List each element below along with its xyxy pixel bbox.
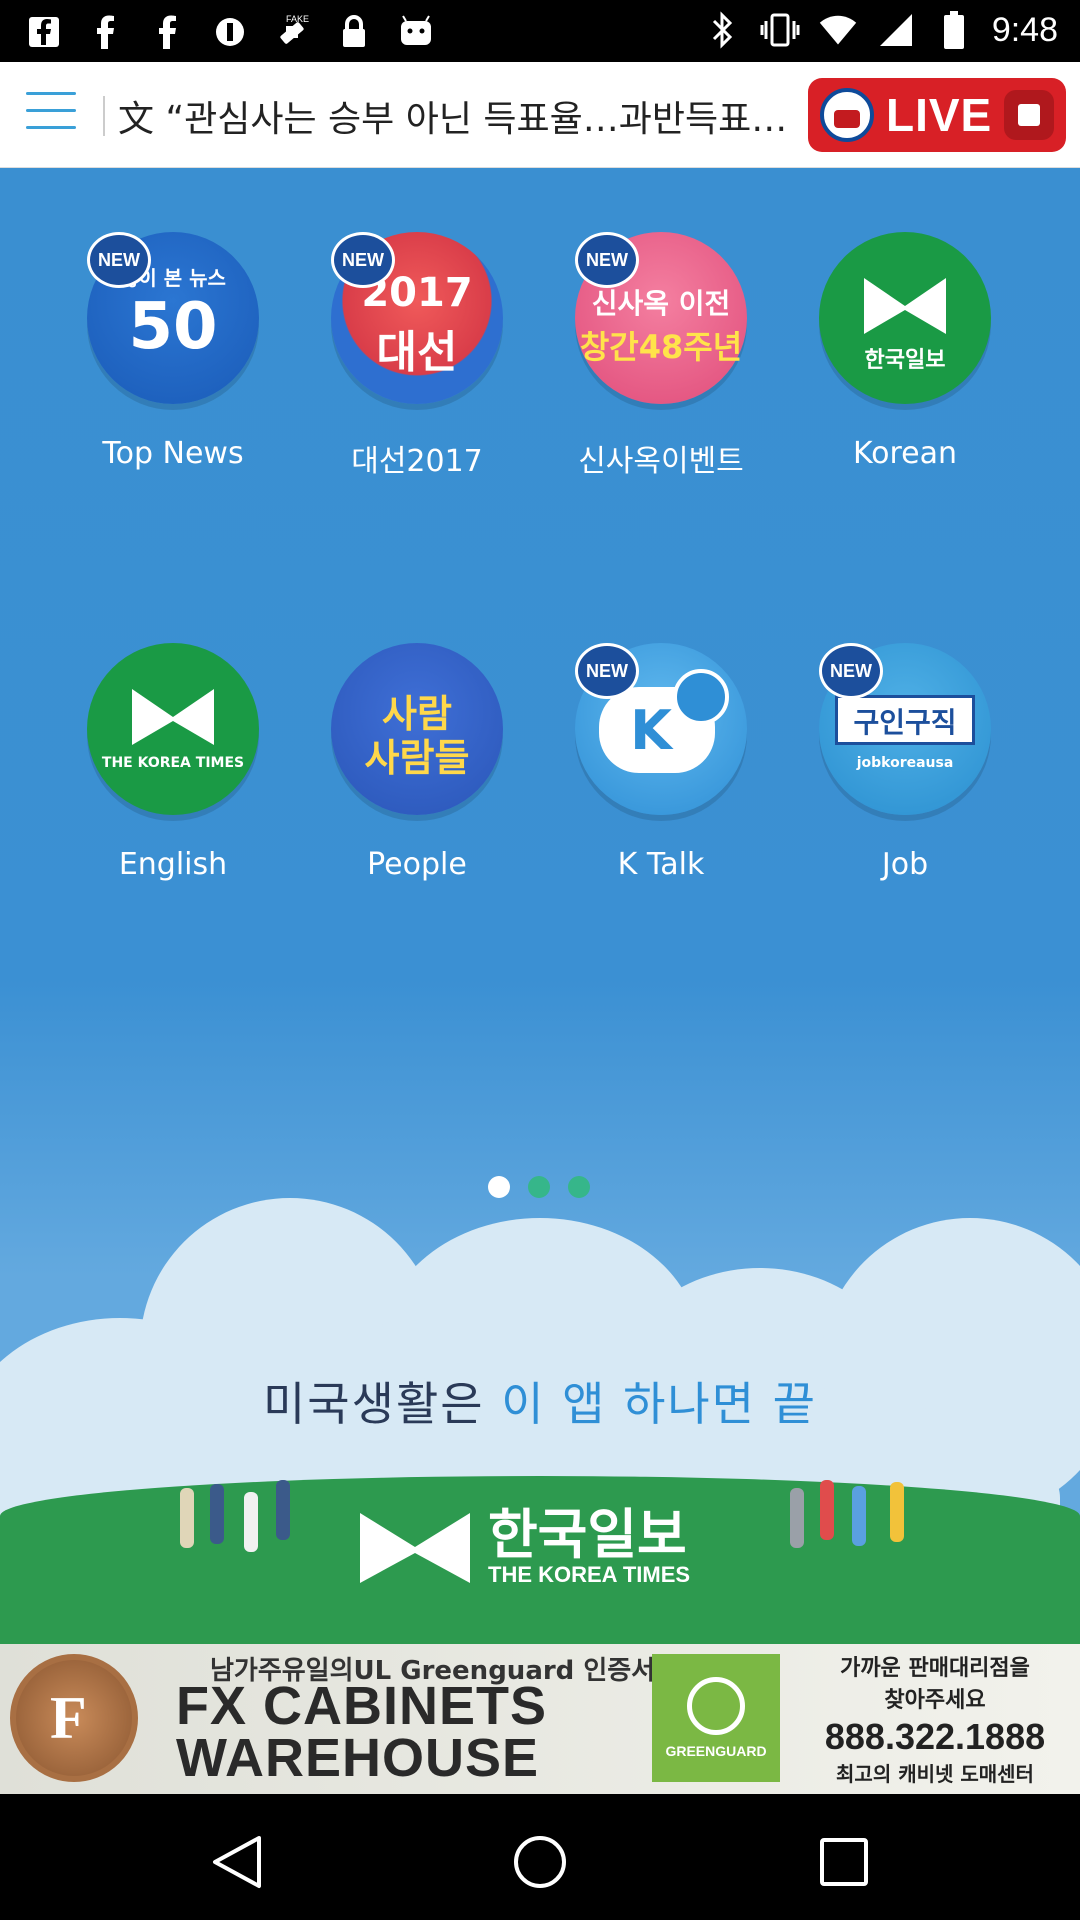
tile-label: Job: [881, 847, 929, 882]
fake-gps-icon: FAKE: [272, 12, 312, 52]
ad-dealer-text-1: 가까운 판매대리점을: [840, 1656, 1030, 1681]
tile-label: Korean: [852, 436, 958, 471]
brand-korean: 한국일보: [488, 1503, 687, 1566]
tile-label: 신사옥이벤트: [578, 444, 744, 479]
ad-tagline: 최고의 캐비넷 도매센터: [836, 1762, 1034, 1786]
person-illustration: [276, 1480, 290, 1540]
tile-new-building-event[interactable]: 신사옥 이전 창간48주년 NEW 신사옥이벤트: [551, 232, 771, 480]
android-icon: [396, 12, 436, 52]
envelope-logo-icon: [360, 1513, 470, 1583]
slogan-prefix: 미국생활은: [262, 1377, 502, 1431]
new-badge: NEW: [331, 232, 395, 288]
blocked-icon: [210, 12, 250, 52]
person-illustration: [790, 1488, 804, 1548]
status-bar: FAKE 9:48: [0, 0, 1080, 62]
back-icon: [213, 1836, 261, 1888]
facebook-icon: [148, 12, 188, 52]
home-launcher: 많이 본 뉴스 50 NEW Top News 2017 대선 NEW 대선20…: [0, 168, 1080, 1644]
person-illustration: [890, 1482, 904, 1542]
new-badge: NEW: [575, 232, 639, 288]
new-badge: NEW: [87, 232, 151, 288]
signal-icon: [876, 10, 916, 50]
stop-icon[interactable]: [1004, 90, 1054, 140]
new-building-event-icon: 신사옥 이전 창간48주년 NEW: [575, 232, 747, 404]
hamburger-icon-line: [26, 126, 76, 129]
tile-label: K Talk: [617, 847, 705, 882]
greenguard-label: GREENGUARD: [665, 1743, 767, 1759]
tile-english[interactable]: THE KOREA TIMES English: [63, 643, 283, 882]
vibrate-icon: [760, 10, 800, 50]
tile-election-2017[interactable]: 2017 대선 NEW 대선2017: [307, 232, 527, 480]
ul-icon: [687, 1677, 745, 1735]
ad-dealer-text-2: 찾아주세요: [884, 1688, 986, 1713]
person-illustration: [852, 1486, 866, 1546]
system-navigation-bar: [0, 1794, 1080, 1920]
ad-dealer-text: 가까운 판매대리점을 찾아주세요: [800, 1650, 1070, 1714]
tile-k-talk[interactable]: K NEW K Talk: [551, 643, 771, 882]
home-icon: [514, 1836, 566, 1888]
facebook-icon: [86, 12, 126, 52]
ad-phone: 888.322.1888: [824, 1716, 1046, 1757]
tile-korean[interactable]: 한국일보 Korean: [795, 232, 1015, 471]
envelope-logo-icon: [864, 278, 946, 334]
korea-times-icon: THE KOREA TIMES: [87, 643, 259, 815]
top-news-icon: 많이 본 뉴스 50 NEW: [87, 232, 259, 404]
divider: [103, 96, 105, 136]
radio-station-logo-icon: [820, 88, 874, 142]
tile-label: English: [118, 847, 228, 882]
ad-headline-1: FX CABINETS: [176, 1676, 548, 1736]
hamburger-icon-line: [26, 109, 76, 112]
wifi-icon: [818, 10, 858, 50]
live-radio-button[interactable]: LIVE: [808, 78, 1066, 152]
tile-label: People: [367, 847, 467, 882]
korea-daily-icon: 한국일보: [819, 232, 991, 404]
people-icon: 사람 사람들: [331, 643, 503, 815]
live-label: LIVE: [886, 89, 993, 141]
k-talk-icon: K NEW: [575, 643, 747, 815]
new-badge: NEW: [575, 643, 639, 699]
news-ticker-headline[interactable]: 文 “관심사는 승부 아닌 득표율…과반득표로…: [118, 90, 798, 142]
menu-button[interactable]: [26, 92, 76, 136]
banner-slogan: 미국생활은 이 앱 하나면 끝: [0, 1368, 1080, 1434]
clock: 9:48: [991, 10, 1058, 49]
top-app-bar: 文 “관심사는 승부 아닌 득표율…과반득표로… LIVE: [0, 62, 1080, 168]
envelope-logo-icon: [132, 689, 214, 745]
tile-people[interactable]: 사람 사람들 People: [307, 643, 527, 882]
ad-banner[interactable]: F 남가주유일의UL Greenguard 인증서획득 FX CABINETS …: [0, 1644, 1080, 1794]
tile-job[interactable]: 구인구직 jobkoreausa NEW Job: [795, 643, 1015, 882]
recents-icon: [820, 1838, 868, 1886]
person-illustration: [210, 1484, 224, 1544]
fx-logo-icon: F: [10, 1654, 138, 1782]
tile-label: Top News: [102, 436, 244, 471]
facebook-icon: [24, 12, 64, 52]
camera-icon: [673, 669, 729, 725]
new-badge: NEW: [819, 643, 883, 699]
tile-label: 대선2017: [351, 444, 483, 479]
hamburger-icon: [26, 92, 76, 95]
ad-headline-2: WAREHOUSE: [176, 1728, 540, 1788]
tile-top-news[interactable]: 많이 본 뉴스 50 NEW Top News: [63, 232, 283, 471]
person-illustration: [820, 1480, 834, 1540]
job-icon: 구인구직 jobkoreausa NEW: [819, 643, 991, 815]
person-illustration: [180, 1488, 194, 1548]
korea-times-brand-logo: 한국일보 THE KOREA TIMES: [360, 1508, 690, 1588]
recents-button[interactable]: [814, 1832, 874, 1892]
greenguard-badge: GREENGUARD: [652, 1654, 780, 1782]
slogan-accent: 이 앱 하나면 끝: [501, 1377, 818, 1431]
ad-headline: FX CABINETS WAREHOUSE: [176, 1676, 548, 1788]
election-2017-icon: 2017 대선 NEW: [331, 232, 503, 404]
person-illustration: [244, 1492, 258, 1552]
lock-icon: [334, 12, 374, 52]
home-button[interactable]: [510, 1832, 570, 1892]
battery-icon: [934, 10, 974, 50]
back-button[interactable]: [206, 1832, 266, 1892]
bluetooth-icon: [702, 10, 742, 50]
brand-english: THE KOREA TIMES: [488, 1562, 691, 1587]
